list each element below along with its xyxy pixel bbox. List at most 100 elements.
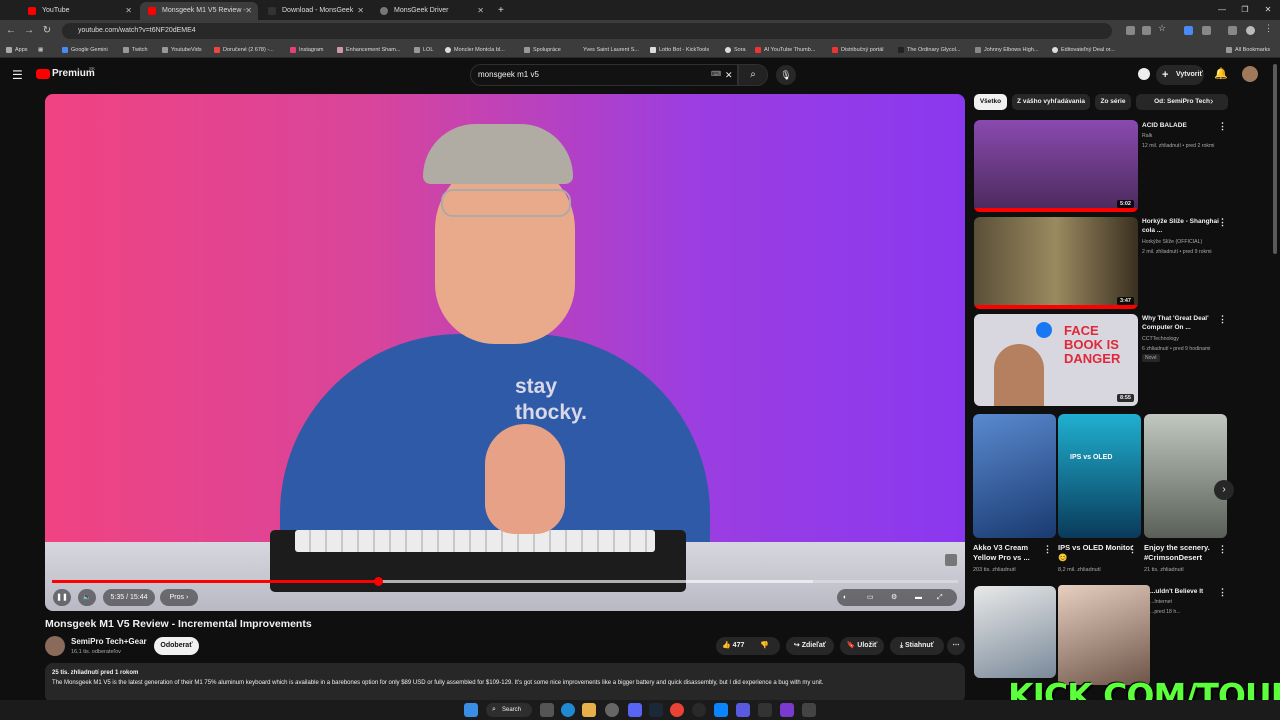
subtitles-icon[interactable]: ▭	[867, 589, 874, 606]
mute-button[interactable]: 🔈	[78, 589, 96, 606]
channel-avatar[interactable]	[45, 636, 65, 656]
channel-name[interactable]: SemiPro Tech+Gear	[71, 637, 147, 646]
app-icon[interactable]	[736, 703, 750, 717]
short-thumbnail[interactable]	[1144, 414, 1227, 538]
chapter-button[interactable]: Pros ›	[160, 589, 198, 606]
close-icon[interactable]: ✕	[245, 2, 252, 20]
bookmark-apps[interactable]: Apps	[6, 42, 28, 58]
chip-from-search[interactable]: Z vášho vyhľadávania	[1012, 94, 1090, 110]
file-explorer-icon[interactable]	[582, 703, 596, 717]
bookmark-lol[interactable]: LOL	[414, 42, 433, 58]
obs-icon[interactable]	[692, 703, 706, 717]
more-vertical-icon[interactable]: ⋮	[1218, 121, 1227, 132]
short-thumbnail[interactable]: IPS vs OLED	[1058, 414, 1141, 538]
new-tab-button[interactable]: +	[494, 2, 512, 20]
bookmark-ordinary[interactable]: The Ordinary Glycol...	[898, 42, 961, 58]
bookmark-distribucny[interactable]: Distribučný portál	[832, 42, 884, 58]
rec-channel[interactable]: ...Internet	[1150, 598, 1240, 606]
bookmark-gmail[interactable]: Doručené (2 678) -...	[214, 42, 274, 58]
more-vertical-icon[interactable]: ⋮	[1128, 544, 1137, 555]
notifications-bell-icon[interactable]: 🔔	[1214, 67, 1228, 80]
more-vertical-icon[interactable]: ⋮	[1218, 544, 1227, 555]
forward-icon[interactable]: →	[22, 24, 36, 38]
like-button[interactable]: 👍 477	[722, 637, 744, 655]
app-icon[interactable]	[802, 703, 816, 717]
url-input[interactable]: youtube.com/watch?v=t6NF20dEME4	[62, 23, 1112, 39]
reload-icon[interactable]: ↻	[40, 24, 54, 38]
description-box[interactable]: 25 tis. zhliadnutí pred 1 rokom The Mons…	[45, 663, 965, 703]
create-button[interactable]: + Vytvoriť	[1156, 65, 1204, 85]
bookmark-lotto[interactable]: Lotto Bot - KickTools	[650, 42, 709, 58]
close-icon[interactable]: ✕	[357, 2, 364, 20]
task-view-icon[interactable]	[540, 703, 554, 717]
edge-icon[interactable]	[561, 703, 575, 717]
more-vertical-icon[interactable]: ⋮	[1043, 544, 1052, 555]
rec-channel[interactable]: CCTTechnology	[1142, 335, 1232, 343]
app-icon[interactable]	[758, 703, 772, 717]
share-button[interactable]: ↪ Zdieľať	[786, 637, 834, 655]
close-icon[interactable]: ✕	[125, 2, 132, 20]
taskbar-search[interactable]: ⌕ Search	[486, 703, 532, 717]
fullscreen-icon[interactable]: ⤢	[937, 589, 943, 606]
theater-mode-icon[interactable]: ▬	[915, 589, 922, 606]
bookmark-instagram[interactable]: Instagram	[290, 42, 323, 58]
install-icon[interactable]	[1126, 26, 1135, 35]
clear-search-icon[interactable]: ✕	[725, 65, 733, 85]
back-icon[interactable]: ←	[4, 24, 18, 38]
app-icon[interactable]	[714, 703, 728, 717]
eye-off-icon[interactable]	[1142, 26, 1151, 35]
chrome-icon[interactable]	[670, 703, 684, 717]
chip-from-channel[interactable]: Od: SemiPro Tech	[1136, 94, 1228, 110]
voice-search-button[interactable]: 🎙	[776, 65, 796, 85]
media-icon[interactable]	[1228, 26, 1237, 35]
keyboard-icon[interactable]: ⌨	[711, 65, 721, 85]
rec-title[interactable]: ACID BALADE	[1142, 121, 1222, 130]
rec-thumbnail[interactable]: FACE BOOK IS DANGER 8:55	[974, 314, 1138, 406]
bookmark-twitch[interactable]: Twitch	[123, 42, 148, 58]
maximize-icon[interactable]: ❐	[1233, 0, 1257, 20]
browser-tab-youtube[interactable]: YouTube ✕	[20, 2, 138, 20]
rec-thumbnail[interactable]: 5:02	[974, 120, 1138, 212]
chip-all[interactable]: Všetko	[974, 94, 1007, 110]
page-scrollbar[interactable]	[1273, 64, 1277, 254]
pause-button[interactable]: ❚❚	[53, 589, 71, 606]
video-player[interactable]: stay thocky. ❚❚ 🔈 5:35 / 15:44 Pros › ◐ …	[45, 94, 965, 611]
bookmark-johnny[interactable]: Johnny Elbows High...	[975, 42, 1038, 58]
bookmark-ysl[interactable]: Yves Saint Laurent S...	[574, 42, 639, 58]
browser-tab-video[interactable]: Monsgeek M1 V5 Review - ✕	[140, 2, 258, 20]
chatgpt-icon[interactable]	[605, 703, 619, 717]
chip-series[interactable]: Zo série	[1095, 94, 1131, 110]
more-vertical-icon[interactable]: ⋮	[1218, 217, 1227, 228]
bookmark-youtubevids[interactable]: YoutubeVids	[162, 42, 202, 58]
profile-avatar[interactable]	[1246, 26, 1255, 35]
steam-icon[interactable]	[649, 703, 663, 717]
bookmark-sora[interactable]: Sora	[725, 42, 746, 58]
discord-icon[interactable]	[628, 703, 642, 717]
close-icon[interactable]: ✕	[477, 2, 484, 20]
youtube-logo-icon[interactable]	[36, 69, 50, 79]
bookmark-ai-thumb[interactable]: AI YouTube Thumb...	[755, 42, 815, 58]
minimize-icon[interactable]: —	[1210, 0, 1234, 20]
channel-watermark[interactable]	[945, 554, 957, 566]
dislike-button[interactable]: 👎	[760, 637, 769, 655]
extension-icon[interactable]	[1184, 26, 1193, 35]
more-vertical-icon[interactable]: ⋮	[1218, 314, 1227, 325]
browser-tab-download[interactable]: Download - MonsGeek ✕	[260, 2, 370, 20]
star-icon[interactable]: ☆	[1158, 23, 1167, 33]
more-actions-button[interactable]: ⋯	[947, 637, 965, 655]
account-avatar[interactable]	[1242, 66, 1258, 82]
windows-start-icon[interactable]	[464, 703, 478, 717]
bookmark-moncler[interactable]: Moncler Montcla bl...	[445, 42, 505, 58]
hamburger-menu-icon[interactable]: ☰	[12, 68, 23, 82]
short-title[interactable]: Akko V3 Cream Yellow Pro vs ...	[973, 543, 1048, 563]
bookmark-deal[interactable]: Editovateľný Deal or...	[1052, 42, 1115, 58]
menu-dots-icon[interactable]: ⋮	[1264, 23, 1273, 33]
bookmark-spoluprace[interactable]: Spolupráce	[524, 42, 561, 58]
rec-channel[interactable]: Horkýže Slíže (OFFICIAL)	[1142, 238, 1232, 246]
progress-bar[interactable]	[52, 577, 958, 586]
bookmark-gemini[interactable]: Google Gemini	[62, 42, 108, 58]
short-title[interactable]: Enjoy the scenery. #CrimsonDesert	[1144, 543, 1219, 563]
grid-icon[interactable]: ▦	[38, 42, 43, 58]
download-button[interactable]: ⤓ Stiahnuť	[890, 637, 944, 655]
bookmark-all[interactable]: All Bookmarks	[1226, 42, 1270, 58]
